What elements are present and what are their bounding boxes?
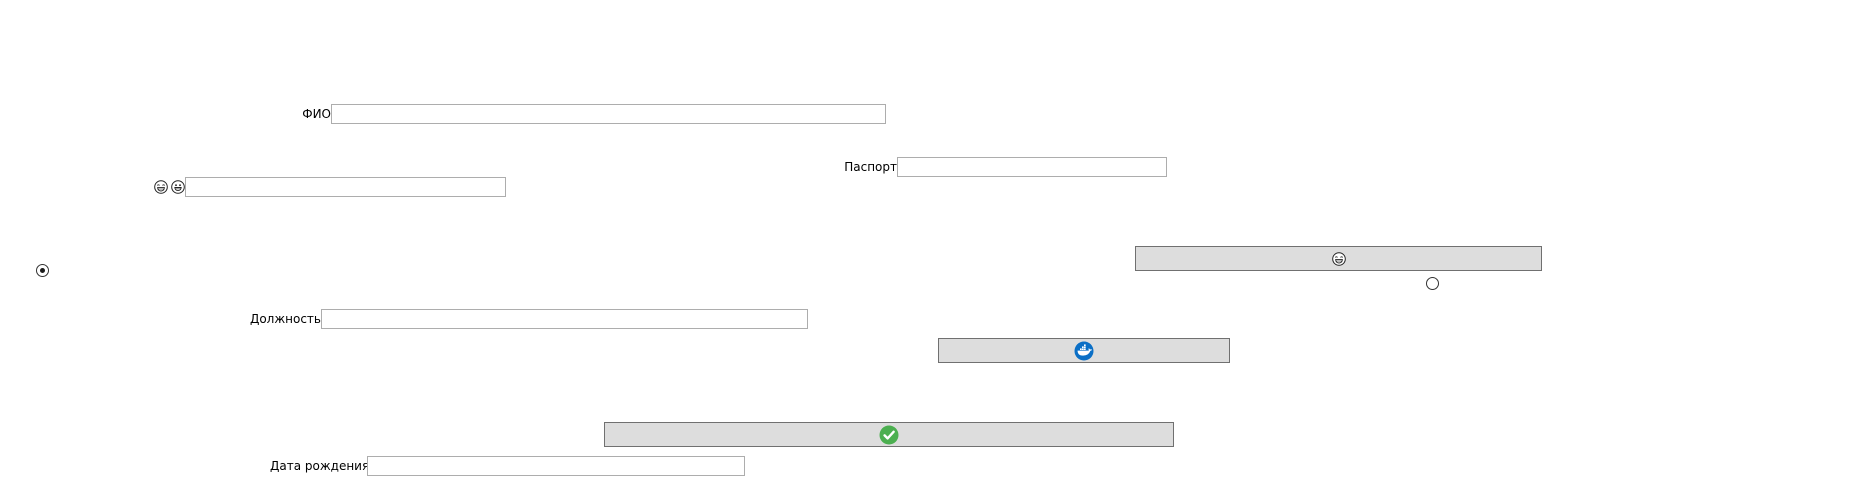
laughing-emoji-icon xyxy=(154,180,168,194)
passport-label: Паспорт xyxy=(844,160,897,174)
emoji-field-input[interactable] xyxy=(185,177,506,197)
position-input[interactable] xyxy=(321,309,808,329)
green-checkmark-icon xyxy=(879,425,899,445)
position-label: Должность xyxy=(249,312,321,326)
passport-input[interactable] xyxy=(897,157,1167,177)
fio-input[interactable] xyxy=(331,104,886,124)
birth-date-label: Дата рождения xyxy=(270,459,370,473)
confirm-button[interactable] xyxy=(604,422,1174,447)
left-radio-button[interactable] xyxy=(36,264,49,277)
docker-whale-icon xyxy=(1074,341,1094,361)
laughing-emoji-icon xyxy=(1331,251,1346,266)
grinning-emoji-icon xyxy=(171,180,185,194)
birth-date-input[interactable] xyxy=(367,456,745,476)
fio-label: ФИО xyxy=(302,107,331,121)
radio-checked-dot xyxy=(40,268,45,273)
docker-button[interactable] xyxy=(938,338,1230,363)
emoji-button[interactable] xyxy=(1135,246,1542,271)
right-radio-button[interactable] xyxy=(1426,277,1439,290)
